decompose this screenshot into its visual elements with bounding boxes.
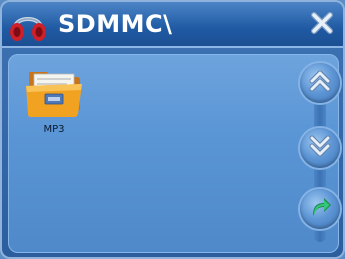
folder-icon xyxy=(22,64,86,124)
double-chevron-down-icon xyxy=(307,133,333,163)
folder-label: MP3 xyxy=(43,124,65,135)
back-button[interactable] xyxy=(300,189,340,229)
window-title: SDMMC\ xyxy=(58,10,173,38)
app-window: SDMMC\ MP3 xyxy=(0,0,345,259)
scroll-up-button[interactable] xyxy=(300,63,340,103)
folder-item-mp3[interactable]: MP3 xyxy=(22,64,86,138)
file-browser-area: MP3 xyxy=(8,54,339,253)
close-icon xyxy=(310,11,334,39)
back-arrow-icon xyxy=(307,194,333,224)
title-bar: SDMMC\ xyxy=(2,2,343,48)
scroll-down-button[interactable] xyxy=(300,128,340,168)
close-button[interactable] xyxy=(306,10,338,40)
headphones-icon xyxy=(8,8,48,44)
double-chevron-up-icon xyxy=(307,68,333,98)
